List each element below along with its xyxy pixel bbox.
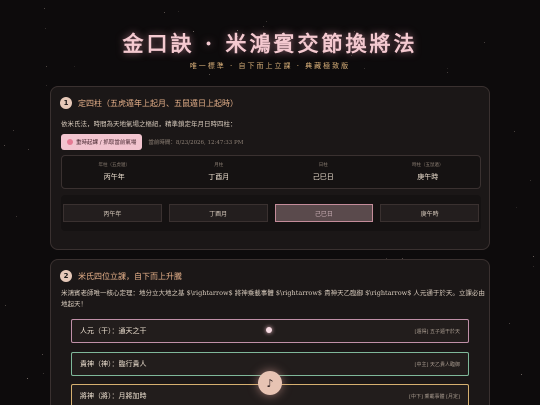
star-dot <box>15 216 17 218</box>
star-dot <box>530 179 532 181</box>
section-description: 米鴻賓老師唯一核心定理：地分立大地之基 $\rightarrow$ 將神乘載事體… <box>61 289 485 308</box>
select-hour-button[interactable]: 庚午時 <box>380 204 479 222</box>
section-number-badge: 1 <box>60 97 72 109</box>
pillar-label: 時柱（五鼠遁） <box>412 163 444 168</box>
pillar-label: 月柱 <box>214 163 224 168</box>
star-dot <box>42 373 44 375</box>
glow-dot-indicator <box>266 327 272 333</box>
row-tag: [遁得] 五子遁干於天 <box>414 328 461 335</box>
star-dot <box>513 130 515 132</box>
music-note-icon: ♪ <box>266 376 274 390</box>
star-dot <box>163 11 165 13</box>
star-dot <box>265 20 267 22</box>
star-dot <box>520 373 522 375</box>
star-dot <box>3 144 5 146</box>
star-dot <box>46 84 48 86</box>
pillar-selector-row: 丙午年 丁酉月 己巳日 庚午時 <box>61 195 481 231</box>
star-dot <box>27 148 29 150</box>
section-description: 依米氏法，時間為天地氣場之樞紐，精準鎖定年月日時四柱： <box>61 120 237 128</box>
pillar-day: 日柱 己巳日 <box>271 156 376 188</box>
pillar-value: 己巳日 <box>312 173 334 181</box>
section-number-badge: 2 <box>60 270 72 282</box>
star-dot <box>532 255 534 257</box>
reset-time-button[interactable]: 重時起課 / 抓取當前氣場 <box>61 134 143 150</box>
star-dot <box>209 74 211 76</box>
pillar-month: 月柱 丁酉月 <box>167 156 272 188</box>
star-dot <box>446 71 448 73</box>
select-year-button[interactable]: 丙午年 <box>63 204 162 222</box>
pillar-value: 丙午年 <box>103 173 125 181</box>
page-title: 金口訣 · 米鴻賓交節換將法 <box>122 31 418 56</box>
pillar-hour: 時柱（五鼠遁） 庚午時 <box>376 156 481 188</box>
select-day-button[interactable]: 己巳日 <box>274 204 374 222</box>
pillars-display: 年柱（五虎遁） 丙午年 月柱 丁酉月 日柱 己巳日 時柱（五鼠遁） 庚午時 <box>61 155 481 189</box>
current-time-text: 當前時間：8/23/2026, 12:47:33 PM <box>148 140 244 146</box>
row-label: 人元（干）：通天之干 <box>80 327 147 335</box>
star-dot <box>4 304 6 306</box>
star-dot <box>42 354 44 356</box>
star-dot <box>177 11 179 13</box>
star-dot <box>262 25 264 27</box>
section-header: 2 米氏四位立課，自下而上升騰 <box>60 270 182 282</box>
star-dot <box>26 378 28 380</box>
star-dot <box>44 8 45 10</box>
star-dot <box>508 323 510 325</box>
reset-time-label: 重時起課 / 抓取當前氣場 <box>76 140 137 146</box>
pillar-year: 年柱（五虎遁） 丙午年 <box>62 156 167 188</box>
row-label: 貴神（神）：臨行貴人 <box>80 360 147 368</box>
section-four-pillars: 1 定四柱（五虎遁年上起月、五鼠遁日上起時） 依米氏法，時間為天地氣場之樞紐，精… <box>50 86 490 250</box>
row-tag: [中下] 乘載事體 [月定] <box>409 393 460 400</box>
row-label: 將神（將）：月將加時 <box>80 392 147 400</box>
star-dot <box>12 130 14 132</box>
section-title: 米氏四位立課，自下而上升騰 <box>78 271 182 281</box>
section-header: 1 定四柱（五虎遁年上起月、五鼠遁日上起時） <box>60 97 238 109</box>
star-dot <box>516 207 518 209</box>
row-tag: [中主] 天乙貴人臨御 <box>414 361 461 368</box>
pillar-label: 年柱（五虎遁） <box>98 163 131 168</box>
section-title: 定四柱（五虎遁年上起月、五鼠遁日上起時） <box>78 98 238 108</box>
refresh-icon <box>67 139 73 145</box>
page-subtitle: 唯一標準 · 自下而上立課 · 典藏極致版 <box>189 62 351 70</box>
star-dot <box>532 265 534 267</box>
pillar-value: 丁酉月 <box>208 173 230 181</box>
action-row: 重時起課 / 抓取當前氣場 當前時間：8/23/2026, 12:47:33 P… <box>61 134 243 150</box>
music-toggle-button[interactable]: ♪ <box>258 371 282 395</box>
pillar-value: 庚午時 <box>417 173 439 181</box>
pillar-label: 日柱 <box>318 163 328 168</box>
select-month-button[interactable]: 丁酉月 <box>168 204 268 222</box>
